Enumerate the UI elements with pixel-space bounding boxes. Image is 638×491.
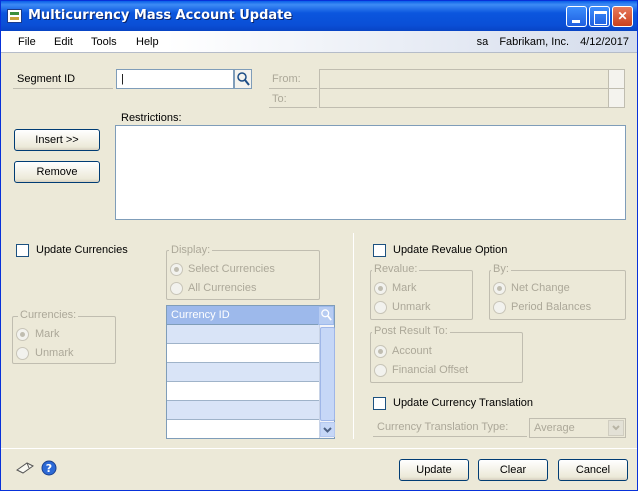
currency-translation-type-label: Currency Translation Type:	[377, 421, 509, 433]
menu-help[interactable]: Help	[136, 36, 159, 48]
display-title: Display:	[169, 244, 213, 256]
menu-edit[interactable]: Edit	[54, 36, 73, 48]
currency-translation-type-select[interactable]: Average	[529, 418, 626, 438]
session-info: sa Fabrikam, Inc. 4/12/2017	[477, 36, 629, 48]
grid-row[interactable]	[167, 325, 319, 344]
post-result-title: Post Result To:	[372, 325, 450, 337]
post-account-radio[interactable]	[374, 345, 387, 358]
chevron-down-icon	[612, 425, 620, 431]
display-all-currencies-label: All Currencies	[188, 282, 257, 294]
to-label: To:	[272, 93, 287, 105]
revalue-unmark-radio[interactable]	[374, 301, 387, 314]
minimize-button[interactable]	[566, 6, 587, 27]
restrictions-label: Restrictions:	[121, 112, 182, 124]
display-select-currencies-label: Select Currencies	[188, 263, 275, 275]
segment-id-input[interactable]: |	[116, 69, 234, 89]
segment-label-underline	[13, 88, 113, 89]
segment-lookup-button[interactable]	[234, 69, 252, 89]
currencies-title: Currencies:	[18, 309, 79, 321]
grid-row[interactable]	[167, 363, 319, 382]
remove-button[interactable]: Remove	[14, 161, 100, 183]
magnifier-icon	[321, 309, 332, 321]
update-currencies-checkbox[interactable]	[16, 244, 29, 257]
display-select-currencies-radio[interactable]	[170, 263, 183, 276]
from-input[interactable]	[319, 69, 609, 89]
footer-separator	[1, 448, 637, 449]
help-icon[interactable]: ?	[41, 460, 57, 476]
menu-bar: File Edit Tools Help sa Fabrikam, Inc. 4…	[1, 31, 637, 53]
cancel-button[interactable]: Cancel	[558, 459, 628, 481]
mass-account-update-window: Multicurrency Mass Account Update ✕ File…	[0, 0, 638, 491]
grid-row[interactable]	[167, 401, 319, 420]
close-button[interactable]: ✕	[612, 6, 633, 27]
scrollbar-thumb[interactable]	[320, 327, 335, 421]
from-label-underline	[269, 88, 317, 89]
restrictions-list[interactable]	[115, 125, 626, 220]
maximize-button[interactable]	[589, 6, 610, 27]
segment-id-value: |	[121, 73, 124, 85]
post-financial-offset-label: Financial Offset	[392, 364, 469, 376]
to-lookup-button[interactable]	[608, 88, 625, 108]
currency-translation-type-value: Average	[534, 422, 575, 434]
menu-file[interactable]: File	[18, 36, 36, 48]
by-net-change-label: Net Change	[511, 282, 570, 294]
to-input[interactable]	[319, 88, 609, 108]
display-all-currencies-radio[interactable]	[170, 282, 183, 295]
user-id: sa	[476, 36, 489, 48]
title-bar: Multicurrency Mass Account Update ✕	[1, 1, 637, 31]
update-button[interactable]: Update	[399, 459, 469, 481]
dropdown-arrow[interactable]	[608, 420, 624, 436]
currencies-mark-radio[interactable]	[16, 328, 29, 341]
currencies-unmark-radio[interactable]	[16, 347, 29, 360]
chevron-down-icon	[323, 427, 332, 433]
magnifier-icon	[237, 72, 250, 86]
currencies-mark-label: Mark	[35, 328, 60, 340]
post-financial-offset-radio[interactable]	[374, 364, 387, 377]
grid-row[interactable]	[167, 420, 319, 438]
to-label-underline	[269, 107, 317, 108]
revalue-unmark-label: Unmark	[392, 301, 431, 313]
scroll-down-button[interactable]	[320, 422, 335, 437]
revalue-title: Revalue:	[372, 263, 420, 275]
window-title: Multicurrency Mass Account Update	[28, 8, 293, 23]
user-date: 4/12/2017	[580, 36, 629, 48]
segment-id-label: Segment ID	[17, 73, 76, 85]
update-currency-translation-checkbox[interactable]	[373, 397, 386, 410]
by-net-change-radio[interactable]	[493, 282, 506, 295]
vertical-separator	[353, 233, 354, 439]
from-label: From:	[272, 73, 301, 85]
grid-lookup-button[interactable]	[318, 306, 334, 325]
update-currency-translation-label: Update Currency Translation	[393, 397, 534, 409]
window-icon	[7, 9, 22, 23]
currency-grid[interactable]: Currency ID	[166, 305, 335, 439]
note-icon[interactable]	[15, 460, 35, 475]
by-period-balances-label: Period Balances	[511, 301, 592, 313]
grid-header-currency-id[interactable]: Currency ID	[167, 306, 319, 325]
update-revalue-label: Update Revalue Option	[393, 244, 508, 256]
by-period-balances-radio[interactable]	[493, 301, 506, 314]
post-account-label: Account	[392, 345, 432, 357]
insert-button[interactable]: Insert >>	[14, 129, 100, 151]
revalue-mark-label: Mark	[392, 282, 417, 294]
menu-tools[interactable]: Tools	[91, 36, 117, 48]
clear-button[interactable]: Clear	[478, 459, 548, 481]
by-title: By:	[491, 263, 511, 275]
translation-type-underline	[373, 436, 527, 437]
update-revalue-checkbox[interactable]	[373, 244, 386, 257]
grid-row[interactable]	[167, 344, 319, 363]
currencies-unmark-label: Unmark	[35, 347, 74, 359]
from-lookup-button[interactable]	[608, 69, 625, 89]
grid-scrollbar[interactable]	[319, 325, 335, 438]
revalue-mark-radio[interactable]	[374, 282, 387, 295]
grid-row[interactable]	[167, 382, 319, 401]
company-name: Fabrikam, Inc.	[499, 36, 569, 48]
svg-text:?: ?	[46, 462, 52, 475]
update-currencies-label: Update Currencies	[36, 244, 128, 256]
